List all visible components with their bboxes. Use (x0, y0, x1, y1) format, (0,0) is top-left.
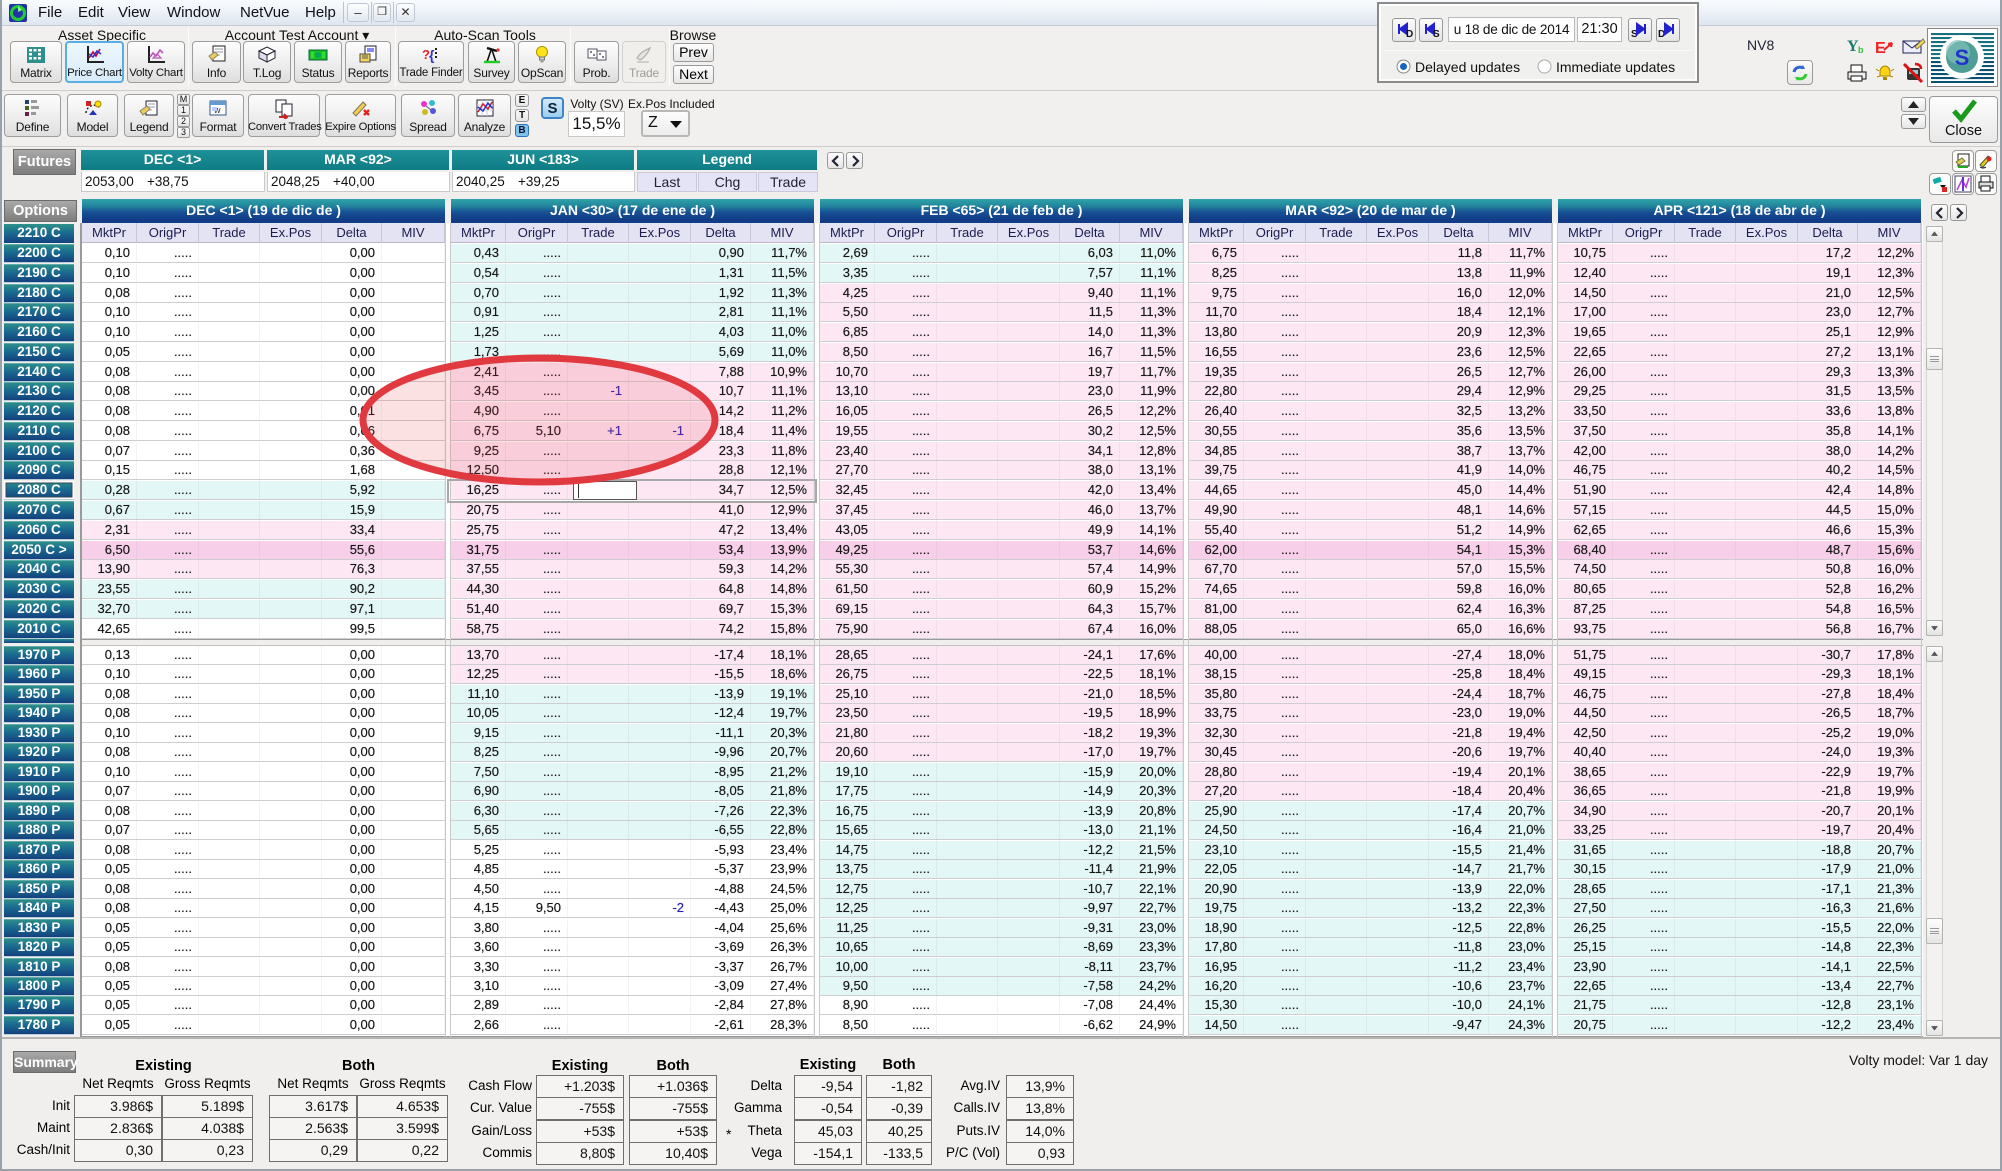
svg-text:S: S (1433, 29, 1440, 40)
svg-text:D: D (1406, 29, 1413, 40)
svg-text:b: b (1858, 45, 1864, 54)
svg-text:{: { (429, 47, 435, 63)
svg-text:S: S (1955, 45, 1970, 70)
svg-text:E: E (1875, 40, 1886, 55)
